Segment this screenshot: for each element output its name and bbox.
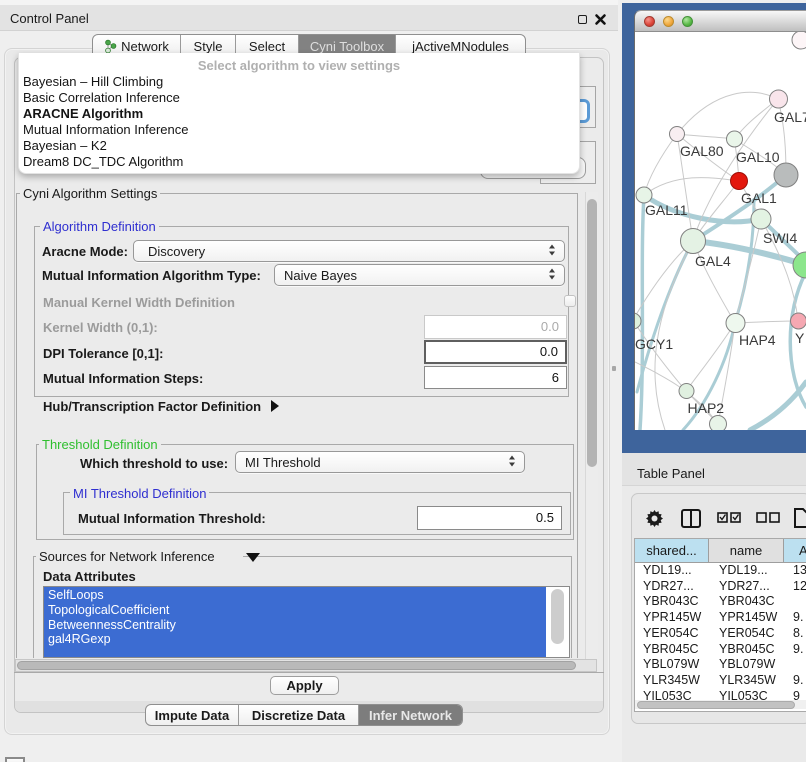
svg-text:GAL4: GAL4 bbox=[695, 253, 731, 269]
svg-text:Y: Y bbox=[795, 330, 805, 346]
svg-text:GAL7: GAL7 bbox=[774, 109, 806, 125]
svg-text:GAL10: GAL10 bbox=[736, 149, 780, 165]
svg-text:HAP4: HAP4 bbox=[739, 332, 776, 348]
svg-text:GAL1: GAL1 bbox=[741, 190, 777, 206]
svg-text:SWI4: SWI4 bbox=[763, 230, 797, 246]
svg-text:GCY1: GCY1 bbox=[635, 336, 673, 352]
svg-text:GAL80: GAL80 bbox=[680, 143, 724, 159]
svg-text:GAL11: GAL11 bbox=[645, 202, 688, 218]
svg-text:HAP2: HAP2 bbox=[688, 400, 725, 416]
